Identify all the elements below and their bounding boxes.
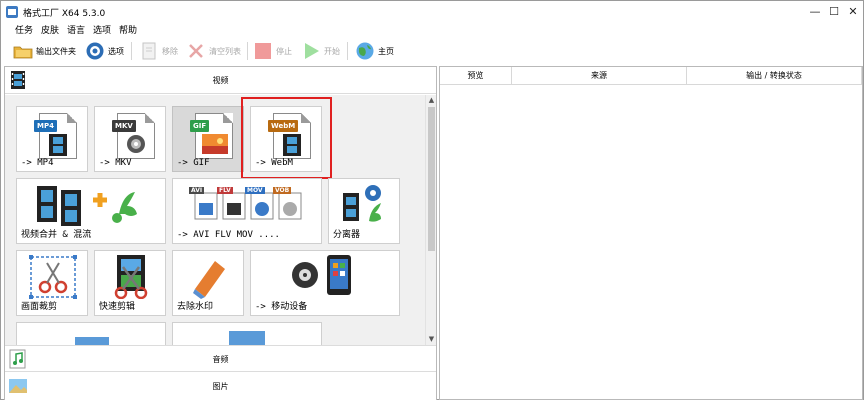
category-picture-title: 图片 (212, 382, 229, 391)
tile-quickclip-label: 快速剪辑 (99, 302, 136, 312)
tile-merge[interactable]: 视频合并 & 混流 (16, 178, 166, 244)
column-preview[interactable]: 预览 (440, 67, 512, 85)
merge-icon (37, 186, 137, 226)
stop-button[interactable]: 停止 (253, 40, 292, 62)
mov-badge: MOV (245, 187, 265, 194)
scroll-up-arrow[interactable]: ▲ (426, 95, 437, 106)
category-video-title: 视频 (212, 76, 229, 85)
home-label: 主页 (378, 46, 394, 56)
mobile-device-icon (292, 255, 351, 295)
tile-mp4[interactable]: MP4 -> MP4 (16, 106, 88, 172)
vob-badge: VOB (273, 187, 292, 194)
gif-badge: GIF (190, 120, 210, 132)
globe-icon (356, 42, 374, 60)
grid-scrollbar[interactable]: ▲ ▼ (425, 95, 436, 345)
menu-language[interactable]: 语言 (67, 23, 85, 36)
tile-mobile-label: -> 移动设备 (255, 302, 308, 312)
quick-clip-icon (114, 255, 148, 299)
document-icon: MP4 (34, 113, 77, 159)
remove-button[interactable]: 移除 (139, 40, 178, 62)
splitter-icon (343, 185, 381, 222)
title-bar: 格式工厂 X64 5.3.0 — ☐ ✕ (1, 1, 863, 23)
remove-label: 移除 (162, 46, 178, 56)
scroll-down-arrow[interactable]: ▼ (426, 334, 437, 345)
selection-highlight (241, 97, 332, 179)
toolbar-separator (131, 42, 132, 60)
clear-x-icon (189, 44, 203, 58)
tile-partial[interactable] (172, 322, 322, 345)
close-button[interactable]: ✕ (845, 4, 861, 20)
image-icon (202, 134, 228, 154)
output-folder-label: 输出文件夹 (36, 46, 76, 56)
tile-crop-label: 画面裁剪 (21, 302, 58, 312)
folder-icon (13, 46, 33, 59)
tile-avi-label: -> AVI FLV MOV .... (177, 230, 280, 240)
tile-watermark-label: 去除水印 (177, 302, 214, 312)
menu-help[interactable]: 帮助 (119, 23, 137, 36)
app-window: 格式工厂 X64 5.3.0 — ☐ ✕ 任务 皮肤 语言 选项 帮助 输出文件… (0, 0, 864, 400)
output-folder-button[interactable]: 输出文件夹 (13, 40, 76, 62)
tile-mobile[interactable]: -> 移动设备 (250, 250, 400, 316)
tile-mkv-label: -> MKV (99, 158, 132, 168)
scroll-thumb[interactable] (428, 107, 435, 251)
menu-bar: 任务 皮肤 语言 选项 帮助 (1, 21, 863, 37)
window-title: 格式工厂 X64 5.3.0 (23, 9, 106, 19)
stop-icon (255, 43, 271, 59)
tile-gif[interactable]: GIF -> GIF (172, 106, 244, 172)
maximize-button[interactable]: ☐ (826, 4, 842, 20)
toolbar: 输出文件夹 选项 移除 清空列表 停止 开始 主页 (1, 37, 863, 65)
start-button[interactable]: 开始 (301, 40, 340, 62)
play-icon (305, 43, 319, 59)
app-logo-icon (6, 6, 18, 18)
menu-skin[interactable]: 皮肤 (41, 23, 59, 36)
document-icon: MKV (112, 113, 155, 159)
home-button[interactable]: 主页 (355, 40, 394, 62)
minimize-button[interactable]: — (807, 4, 823, 20)
toolbar-separator (347, 42, 348, 60)
menu-options[interactable]: 选项 (93, 23, 111, 36)
tile-partial[interactable] (16, 322, 166, 345)
tile-merge-label: 视频合并 & 混流 (21, 230, 92, 240)
column-source[interactable]: 来源 (512, 67, 687, 85)
tile-splitter[interactable]: 分离器 (328, 178, 400, 244)
menu-task[interactable]: 任务 (15, 23, 33, 36)
mkv-badge: MKV (112, 120, 136, 132)
category-video-header[interactable]: 视频 (5, 67, 436, 94)
video-format-grid: MP4 -> MP4 MKV -> MKV GIF -> GIF WebM ->… (5, 95, 425, 345)
disc-icon (127, 135, 145, 153)
category-panel: 视频 MP4 -> MP4 MKV -> MKV GIF -> GIF WebM… (4, 66, 437, 400)
tile-splitter-label: 分离器 (333, 230, 361, 240)
clear-list-label: 清空列表 (209, 46, 241, 56)
column-output-status[interactable]: 输出 / 转换状态 (687, 67, 862, 85)
toolbar-separator (247, 42, 248, 60)
options-label: 选项 (108, 46, 124, 56)
task-list-panel: 预览 来源 输出 / 转换状态 (439, 66, 863, 400)
options-button[interactable]: 选项 (85, 40, 124, 62)
eraser-icon (193, 261, 225, 299)
crop-scissors-icon (29, 255, 77, 299)
tile-watermark[interactable]: 去除水印 (172, 250, 244, 316)
tile-avi-flv-mov[interactable]: AVI FLV MOV VOB -> AVI FLV MOV .... (172, 178, 322, 244)
tile-gif-label: -> GIF (177, 158, 210, 168)
tile-quickclip[interactable]: 快速剪辑 (94, 250, 166, 316)
partial-tile-icon (75, 337, 109, 345)
avi-badge: AVI (189, 187, 205, 194)
gear-icon (86, 42, 104, 60)
category-picture-header[interactable]: 图片 (5, 373, 436, 400)
tile-mp4-label: -> MP4 (21, 158, 54, 168)
stop-label: 停止 (276, 46, 292, 56)
tile-crop[interactable]: 画面裁剪 (16, 250, 88, 316)
document-icon: GIF (190, 113, 233, 159)
document-remove-icon (142, 42, 156, 60)
start-label: 开始 (324, 46, 340, 56)
film-strip-icon (49, 134, 67, 156)
flv-badge: FLV (217, 187, 233, 194)
category-audio-title: 音频 (212, 355, 229, 364)
partial-tile-icon (229, 331, 265, 345)
clear-list-button[interactable]: 清空列表 (186, 40, 241, 62)
category-audio-header[interactable]: 音频 (5, 345, 436, 372)
mp4-badge: MP4 (34, 120, 57, 132)
tile-mkv[interactable]: MKV -> MKV (94, 106, 166, 172)
